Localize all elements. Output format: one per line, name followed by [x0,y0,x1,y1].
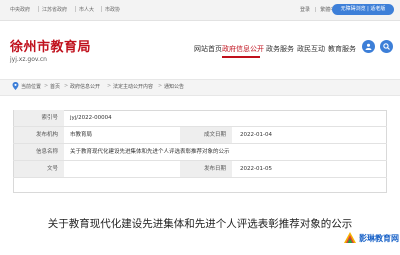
accessibility-button[interactable]: 无障碍浏览 | 适老版 [332,4,394,15]
breadcrumb-notices[interactable]: 通知公告 [164,83,184,90]
breadcrumb-separator: > [44,83,49,89]
user-button[interactable] [362,40,375,53]
location-pin-icon [12,82,19,90]
site-domain: jyj.xz.gov.cn [10,56,47,63]
index-number-label: 索引号 [14,110,64,126]
top-link-divider [75,6,76,12]
top-link-city-cppcc[interactable]: 市政协 [105,6,120,13]
login-divider [314,7,316,12]
search-icon [383,43,390,50]
top-link-divider [101,6,102,12]
nav-home[interactable]: 网站首页 [194,44,222,54]
article-title: 关于教育现代化建设先进集体和先进个人评选表彰推荐对象的公示 [47,218,353,230]
top-link-central-gov[interactable]: 中央政府 [10,6,30,13]
doc-number-label: 文号 [14,161,64,177]
nav-interaction[interactable]: 政民互动 [297,44,325,54]
publisher-label: 发布机构 [14,127,64,143]
breadcrumb-separator: > [107,83,112,89]
nav-gov-services[interactable]: 政务服务 [266,44,294,54]
nav-gov-info-disclosure[interactable]: 政府信息公开 [222,44,264,54]
top-link-province-gov[interactable]: 江苏省政府 [42,6,67,13]
publisher-value: 市教育局 [70,132,93,138]
date-made-label: 成文日期 [180,127,232,143]
watermark-logo-icon [344,232,356,243]
info-name-value: 关于教育现代化建设先进集体和先进个人评选表彰推荐对象的公示 [70,149,230,155]
publish-date-value: 2022-01-05 [240,166,272,172]
top-link-city-congress[interactable]: 市人大 [79,6,94,13]
watermark-text: 影琳教育网 [359,234,399,243]
user-icon [365,43,372,50]
breadcrumb-gov-info[interactable]: 政府信息公开 [70,83,100,90]
top-link-divider [38,6,39,12]
breadcrumb-statutory-content[interactable]: 法定主动公开内容 [113,83,153,90]
breadcrumb-home[interactable]: 首页 [50,83,60,90]
nav-active-underline [222,56,260,58]
site-title[interactable]: 徐州市教育局 [10,36,91,55]
search-button[interactable] [380,40,393,53]
breadcrumb-separator: > [64,83,69,89]
login-label[interactable]: 登录 [300,7,310,13]
publish-date-label: 发布日期 [180,161,232,177]
info-name-label: 信息名称 [14,144,64,160]
breadcrumb-separator: > [158,83,163,89]
breadcrumb-label: 当前位置 [21,84,42,90]
index-number-value: jyj/2022-00004 [70,115,112,121]
nav-education-services[interactable]: 教育服务 [328,44,356,54]
date-made-value: 2022-01-04 [240,132,272,138]
